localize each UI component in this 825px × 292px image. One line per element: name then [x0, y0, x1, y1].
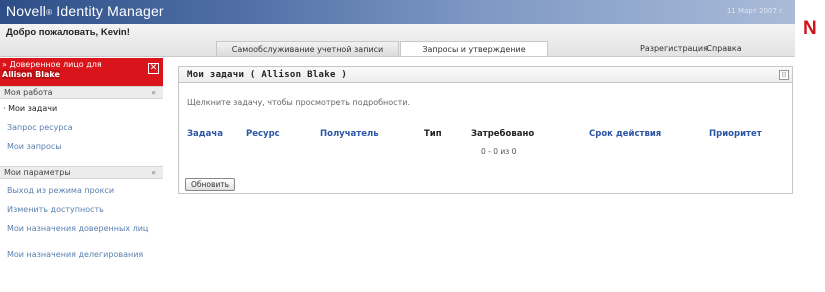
welcome-message: Добро пожаловать, Kevin! — [6, 27, 130, 38]
logout-link[interactable]: Разрегистрация — [640, 41, 708, 56]
close-icon[interactable]: ✕ — [148, 63, 159, 74]
app-title: Novell® Identity Manager — [6, 3, 164, 19]
tab-requests-approvals[interactable]: Запросы и утверждение — [400, 41, 548, 56]
section-title: Моя работа — [4, 88, 53, 97]
panel-menu-icon[interactable]: ⁞⁞ — [779, 70, 789, 80]
tab-bar: Добро пожаловать, Kevin! Самообслуживани… — [0, 24, 795, 57]
instruction-text: Щелкните задачу, чтобы просмотреть подро… — [187, 98, 410, 107]
proxy-user: Allison Blake — [2, 70, 60, 79]
sidebar-item-proxy-assignments[interactable]: Мои назначения доверенных лиц — [7, 224, 157, 234]
section-my-work[interactable]: Моя работа « — [0, 86, 163, 99]
section-my-settings[interactable]: Мои параметры « — [0, 166, 163, 179]
section-title: Мои параметры — [4, 168, 71, 177]
proxy-text: » Доверенное лицо для Allison Blake — [2, 60, 102, 80]
collapse-icon[interactable]: « — [151, 167, 156, 178]
sidebar-item-edit-availability[interactable]: Изменить доступность — [7, 205, 157, 215]
result-count: 0 - 0 из 0 — [481, 147, 517, 156]
app-title-brand: Novell — [6, 3, 47, 19]
sidebar-item-label: Мои задачи — [8, 104, 58, 113]
column-claimed: Затребовано — [471, 129, 535, 139]
column-priority[interactable]: Приоритет — [709, 129, 762, 139]
collapse-icon[interactable]: « — [151, 87, 156, 98]
proxy-banner: » Доверенное лицо для Allison Blake ✕ — [0, 58, 163, 86]
app-title-product: Identity Manager — [52, 3, 164, 19]
proxy-label: » Доверенное лицо для — [2, 60, 102, 69]
my-tasks-panel: Мои задачи ( Allison Blake ) ⁞⁞ Щелкните… — [178, 66, 793, 194]
column-recipient[interactable]: Получатель — [320, 129, 379, 139]
refresh-button[interactable]: Обновить — [185, 178, 236, 191]
help-link[interactable]: Справка — [700, 41, 748, 56]
sidebar-item-delegate-assignments[interactable]: Мои назначения делегирования — [7, 250, 157, 260]
panel-title: Мои задачи ( Allison Blake ) — [187, 70, 348, 80]
column-type: Тип — [424, 129, 442, 139]
sidebar: » Доверенное лицо для Allison Blake ✕ Мо… — [0, 58, 163, 292]
sidebar-item-my-requests[interactable]: Мои запросы — [7, 142, 157, 152]
novell-logo-icon: N — [803, 18, 817, 39]
current-date: 11 Март 2007 г. — [726, 7, 785, 15]
sidebar-item-request-resource[interactable]: Запрос ресурса — [7, 123, 157, 133]
tab-self-service[interactable]: Самообслуживание учетной записи — [216, 41, 399, 56]
column-task[interactable]: Задача — [187, 129, 223, 139]
sidebar-item-exit-proxy[interactable]: Выход из режима прокси — [7, 186, 157, 196]
header-bar: Novell® Identity Manager 11 Март 2007 г. — [0, 0, 795, 24]
column-due-date[interactable]: Срок действия — [589, 129, 661, 139]
column-resource[interactable]: Ресурс — [246, 129, 280, 139]
sidebar-item-my-tasks[interactable]: · Мои задачи — [3, 104, 153, 114]
